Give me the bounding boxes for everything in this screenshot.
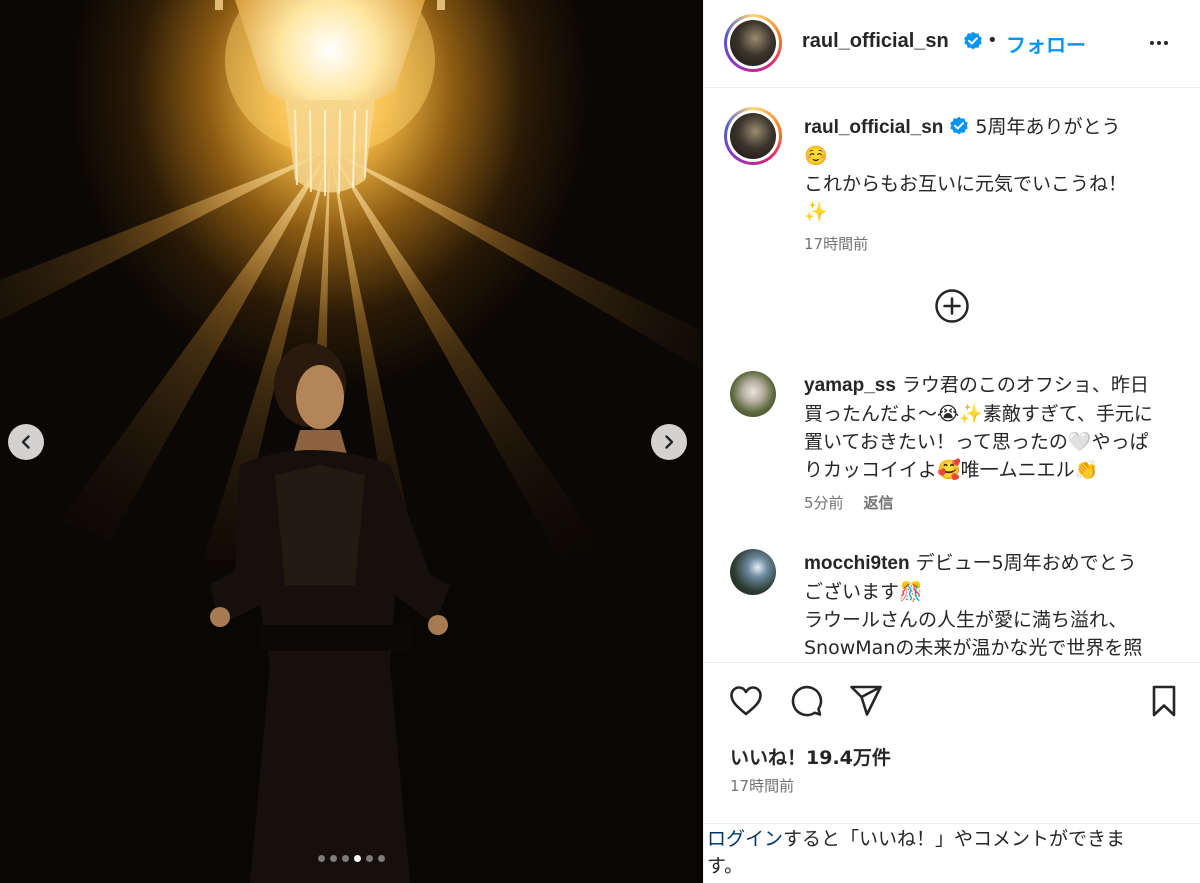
post-actions: いいね！19.4万件 17時間前 ログインすると「いいね！」やコメントができま … [704, 662, 1200, 883]
comment-time: 5分前 [804, 494, 844, 512]
comment-line: 置いておきたい！って思ったの🤍やっぱ [804, 431, 1149, 453]
separator-dot: • [987, 30, 998, 51]
caption-line: これからもお互いに元気でいこうね！ [804, 173, 1128, 195]
follow-button[interactable]: フォロー [1006, 29, 1086, 58]
chevron-left-icon [21, 435, 30, 449]
paper-plane-icon[interactable] [848, 683, 884, 719]
carousel-dot [330, 855, 337, 862]
post-side-panel: raul_official_sn • フォロー raul_official_sn… [703, 0, 1200, 883]
likes-count[interactable]: いいね！19.4万件 [730, 743, 891, 770]
chevron-right-icon [665, 435, 674, 449]
chandelier-image [215, 0, 445, 196]
carousel-indicator [0, 855, 703, 862]
reply-button[interactable]: 返信 [864, 494, 894, 512]
post-time: 17時間前 [730, 777, 795, 795]
next-image-button[interactable] [651, 424, 687, 460]
caption-time: 17時間前 [804, 235, 869, 253]
login-link[interactable]: ログイン [707, 828, 783, 850]
previous-image-button[interactable] [8, 424, 44, 460]
more-horizontal-icon [1150, 41, 1168, 45]
author-avatar[interactable] [724, 14, 782, 72]
caption-line: 5周年ありがとう [975, 116, 1121, 138]
comments-section: raul_official_sn 5周年ありがとう ☺️ これからもお互いに元気で… [704, 89, 1200, 661]
person-figure [210, 343, 450, 883]
commenter-avatar[interactable] [730, 371, 776, 417]
caption-text: raul_official_sn 5周年ありがとう ☺️ これからもお互いに元気で… [804, 113, 1184, 226]
comment-text: mocchi9ten デビュー5周年おめでとう ございます🎊 ラウールさんの人生が… [804, 549, 1184, 661]
carousel-dot [354, 855, 361, 862]
comment-line: デビュー5周年おめでとう [915, 552, 1137, 574]
comment-line: 買ったんだよ〜😭✨素敵すぎて、手元に [804, 403, 1153, 425]
login-prompt-text: すると「いいね！」やコメントができま [783, 828, 1126, 850]
heart-icon[interactable] [728, 683, 764, 719]
login-prompt-text: す。 [707, 855, 744, 877]
comment-text: yamap_ss ラウ君のこのオフショ、昨日 買ったんだよ〜😭✨素敵すぎて、手元に… [804, 371, 1184, 484]
more-options-button[interactable] [1144, 28, 1174, 58]
verified-badge-icon [950, 116, 969, 135]
comment-line: りカッコイイよ🥰唯一ムニエル👏 [804, 459, 1099, 481]
login-prompt: ログインすると「いいね！」やコメントができま す。 [704, 823, 1200, 883]
author-username[interactable]: raul_official_sn [802, 30, 949, 53]
commenter-username[interactable]: yamap_ss [804, 375, 896, 396]
comment-line: ラウ君のこのオフショ、昨日 [901, 374, 1149, 396]
verified-badge-icon [964, 31, 982, 50]
carousel-dot [366, 855, 373, 862]
comment-meta: 5分前 返信 [804, 492, 894, 513]
post-header: raul_official_sn • フォロー [704, 0, 1200, 88]
post-media [0, 0, 703, 883]
bookmark-icon[interactable] [1146, 683, 1182, 719]
caption-line: ✨ [804, 201, 828, 223]
carousel-dot [318, 855, 325, 862]
caption-username[interactable]: raul_official_sn [804, 117, 943, 138]
plus-circle-icon[interactable] [934, 288, 970, 324]
commenter-avatar[interactable] [730, 549, 776, 595]
caption-line: ☺️ [804, 145, 828, 167]
comment-line: ございます🎊 [804, 581, 923, 603]
commenter-username[interactable]: mocchi9ten [804, 553, 910, 574]
comment-bubble-icon[interactable] [788, 683, 824, 719]
comment-line: SnowManの未来が温かな光で世界を照 [804, 637, 1143, 659]
comment-line: ラウールさんの人生が愛に満ち溢れ、 [804, 609, 1128, 631]
carousel-dot [342, 855, 349, 862]
caption-author-avatar[interactable] [724, 107, 782, 165]
carousel-dot [378, 855, 385, 862]
